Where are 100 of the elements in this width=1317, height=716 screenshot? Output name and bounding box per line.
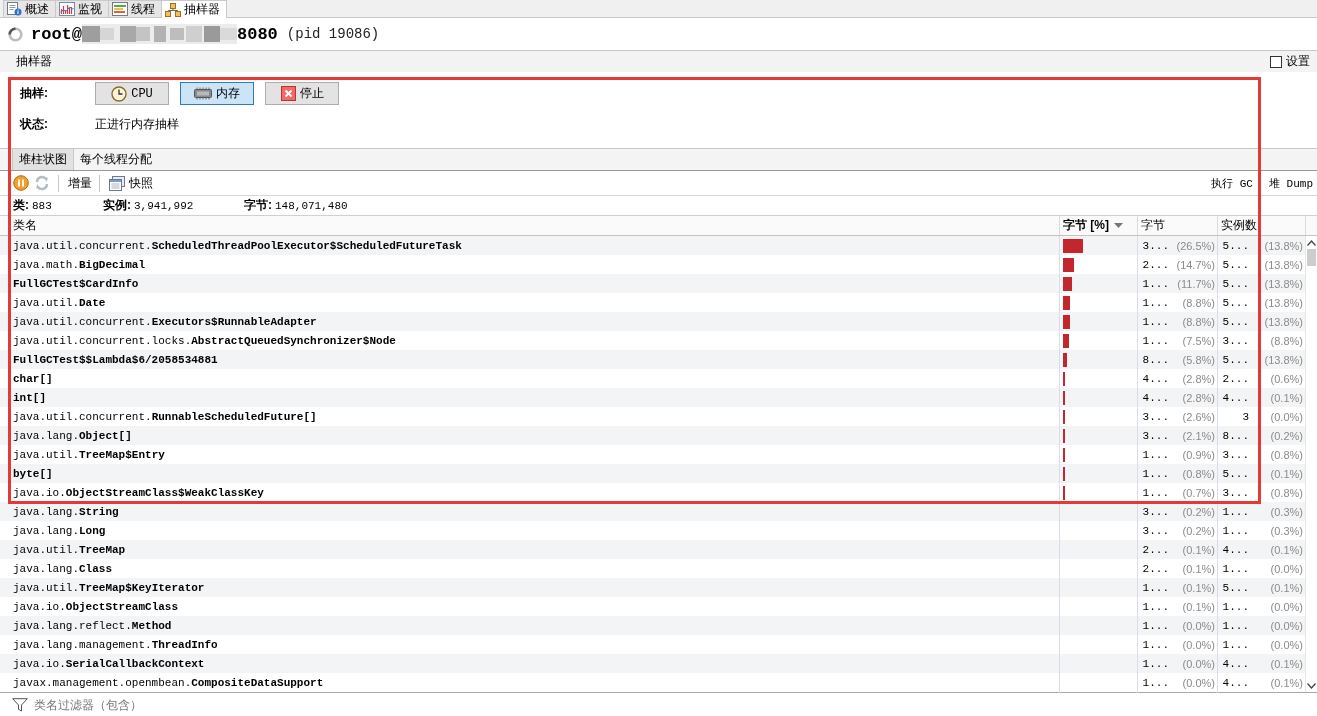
instance-count: 8... <box>1221 429 1249 443</box>
settings-label[interactable]: 设置 <box>1286 53 1310 70</box>
column-header[interactable]: 类名 <box>13 217 37 234</box>
class-name: java.io.ObjectStreamClass$WeakClassKey <box>13 487 264 499</box>
class-name: javax.management.openmbean.CompositeDataSupport <box>13 677 324 689</box>
bytes-value: 1... <box>1141 448 1169 462</box>
bytes-value: 1... <box>1141 657 1169 671</box>
bytes-value: 1... <box>1141 467 1169 481</box>
view-tab[interactable]: 每个线程分配 <box>74 149 158 170</box>
list-icon <box>112 2 128 16</box>
bytes-value: 3... <box>1141 429 1169 443</box>
chevron-down-icon <box>1307 683 1316 689</box>
sampling-button[interactable]: 内存 <box>180 82 254 105</box>
instance-count: 1... <box>1221 505 1249 519</box>
class-name: FullGCTest$CardInfo <box>13 278 139 290</box>
instance-count: 5... <box>1221 315 1249 329</box>
instance-percent: (0.0%) <box>1270 638 1303 652</box>
class-name: java.util.concurrent.Executors$RunnableAdapter <box>13 316 317 328</box>
class-name: java.lang.Long <box>13 525 106 537</box>
filter-icon <box>12 697 28 712</box>
instance-percent: (0.6%) <box>1270 372 1303 386</box>
bytes-value: 2... <box>1141 543 1169 557</box>
class-name: java.util.concurrent.RunnableScheduledFuture[] <box>13 411 317 423</box>
tab[interactable]: 抽样器 <box>162 0 227 18</box>
chart-icon <box>59 2 75 16</box>
tab[interactable]: 线程 <box>109 0 162 17</box>
summary-value: 3,941,992 <box>134 199 194 212</box>
summary-label: 类: <box>13 197 29 214</box>
tab[interactable]: 监视 <box>56 0 109 17</box>
filter-field[interactable]: 类名过滤器（包含） <box>34 696 274 713</box>
instance-count: 1... <box>1221 638 1249 652</box>
instance-percent: (0.1%) <box>1270 467 1303 481</box>
action-button[interactable]: 执行 GC <box>1210 174 1254 192</box>
bytes-percent: (5.8%) <box>1182 353 1215 367</box>
bytes-percent: (0.1%) <box>1182 543 1215 557</box>
column-header[interactable]: 实例数 <box>1221 217 1257 234</box>
sampling-button[interactable]: 停止 <box>265 82 339 105</box>
bytes-percent: (2.1%) <box>1182 429 1215 443</box>
view-tab[interactable]: 堆柱状图 <box>12 149 74 170</box>
action-button[interactable]: 堆 Dump <box>1268 174 1314 192</box>
bytes-percent: (14.7%) <box>1176 258 1215 272</box>
class-name: java.math.BigDecimal <box>13 259 146 271</box>
instance-count: 5... <box>1221 296 1249 310</box>
spinner-icon <box>8 26 23 42</box>
bytes-value: 2... <box>1141 258 1169 272</box>
instance-percent: (0.0%) <box>1270 410 1303 424</box>
bytes-percent: (0.7%) <box>1182 486 1215 500</box>
bytes-value: 1... <box>1141 296 1169 310</box>
bytes-value: 1... <box>1141 277 1169 291</box>
instance-count: 3... <box>1221 448 1249 462</box>
bytes-value: 1... <box>1141 600 1169 614</box>
instance-count: 5... <box>1221 581 1249 595</box>
bytes-percent: (0.8%) <box>1182 467 1215 481</box>
delta-button[interactable]: 增量 <box>65 173 95 193</box>
nodes-icon <box>165 2 181 17</box>
tab[interactable]: 概述 <box>3 0 56 17</box>
instance-percent: (0.0%) <box>1270 600 1303 614</box>
column-header[interactable]: 字节 [%] <box>1063 217 1109 234</box>
sampling-button[interactable]: CPU <box>95 82 169 105</box>
class-name: java.lang.Class <box>13 563 113 575</box>
instance-count: 3 <box>1241 410 1249 424</box>
instance-count: 3... <box>1221 334 1249 348</box>
bytes-percent: (26.5%) <box>1176 239 1215 253</box>
column-header[interactable]: 字节 <box>1141 217 1165 234</box>
instance-percent: (0.8%) <box>1270 448 1303 462</box>
instance-percent: (8.8%) <box>1270 334 1303 348</box>
instance-percent: (13.8%) <box>1264 239 1303 253</box>
sampling-label: 抽样: <box>20 85 49 102</box>
memory-chip-icon <box>194 87 212 100</box>
bytes-percent: (8.8%) <box>1182 296 1215 310</box>
panel-title: 抽样器 <box>16 53 52 70</box>
instance-percent: (0.1%) <box>1270 391 1303 405</box>
pause-icon <box>13 175 29 191</box>
instance-count: 1... <box>1221 600 1249 614</box>
class-name: byte[] <box>13 468 53 480</box>
instance-count: 4... <box>1221 391 1249 405</box>
snapshot-button[interactable]: 快照 <box>106 173 156 193</box>
bytes-value: 1... <box>1141 581 1169 595</box>
instance-count: 3... <box>1221 486 1249 500</box>
bytes-value: 8... <box>1141 353 1169 367</box>
instance-percent: (0.2%) <box>1270 429 1303 443</box>
instance-count: 4... <box>1221 676 1249 690</box>
clock-icon <box>111 85 128 102</box>
class-name: java.util.TreeMap$Entry <box>13 449 165 461</box>
bytes-value: 1... <box>1141 676 1169 690</box>
settings-checkbox[interactable] <box>1270 55 1282 68</box>
class-name: java.lang.management.ThreadInfo <box>13 639 218 651</box>
bytes-percent: (0.0%) <box>1182 657 1215 671</box>
class-name: java.lang.Object[] <box>13 430 132 442</box>
instance-percent: (0.0%) <box>1270 562 1303 576</box>
status-label: 状态: <box>20 116 49 133</box>
scroll-thumb[interactable] <box>1307 249 1316 266</box>
document-info-icon <box>7 2 22 16</box>
instance-percent: (0.8%) <box>1270 486 1303 500</box>
bytes-value: 4... <box>1141 391 1169 405</box>
pause-button[interactable] <box>12 174 30 192</box>
class-name: char[] <box>13 373 53 385</box>
instance-percent: (0.1%) <box>1270 581 1303 595</box>
status-value: 正进行内存抽样 <box>95 116 179 133</box>
class-name: FullGCTest$$Lambda$6/2058534881 <box>13 354 218 366</box>
